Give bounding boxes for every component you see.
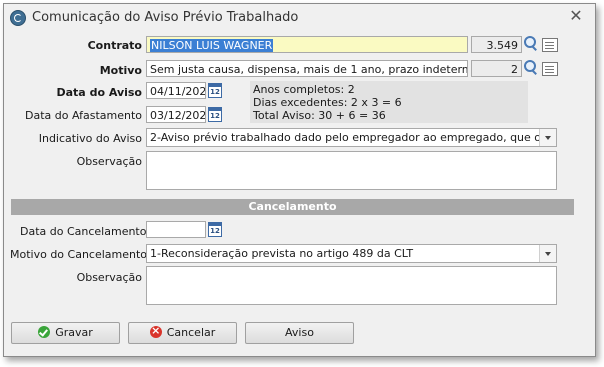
- observacao-label: Observação: [76, 155, 142, 168]
- indicativo-select[interactable]: 2-Aviso prévio trabalhado dado pelo empr…: [146, 128, 557, 147]
- data-cancelamento-label: Data do Cancelamento: [20, 225, 147, 238]
- indicativo-value: 2-Aviso prévio trabalhado dado pelo empr…: [150, 131, 540, 144]
- app-icon: [10, 10, 26, 26]
- data-afastamento-label: Data do Afastamento: [25, 109, 142, 122]
- contrato-search-icon[interactable]: [523, 36, 539, 52]
- data-cancelamento-field[interactable]: [146, 221, 206, 238]
- motivo-cancelamento-select[interactable]: 1-Reconsideração prevista no artigo 489 …: [146, 244, 557, 263]
- contrato-details-icon[interactable]: [542, 38, 558, 52]
- cancel-button[interactable]: Cancelar: [128, 322, 237, 344]
- anos-completos-text: Anos completos: 2: [253, 83, 355, 96]
- motivo-cancelamento-value: 1-Reconsideração prevista no artigo 489 …: [150, 247, 414, 260]
- info-panel: Anos completos: 2 Dias excedentes: 2 x 3…: [250, 81, 528, 123]
- title-bar: Comunicação do Aviso Prévio Trabalhado ✕: [4, 4, 595, 31]
- motivo-search-icon[interactable]: [523, 60, 539, 76]
- observacao-cancelamento-textarea[interactable]: [146, 266, 557, 305]
- data-afastamento-calendar-icon[interactable]: 12: [208, 107, 222, 122]
- motivo-label: Motivo: [99, 64, 142, 77]
- cancel-icon: [149, 323, 162, 339]
- dias-excedentes-text: Dias excedentes: 2 x 3 = 6: [253, 96, 402, 109]
- motivo-details-icon[interactable]: [542, 62, 558, 76]
- window-title: Comunicação do Aviso Prévio Trabalhado: [32, 10, 299, 25]
- data-aviso-field[interactable]: 04/11/2020: [146, 82, 206, 99]
- motivo-code: 2: [471, 60, 522, 77]
- data-aviso-label: Data do Aviso: [56, 86, 143, 99]
- aviso-button[interactable]: Aviso: [245, 322, 354, 344]
- total-aviso-text: Total Aviso: 30 + 6 = 36: [253, 109, 386, 122]
- indicativo-label: Indicativo do Aviso: [38, 132, 142, 145]
- observacao-textarea[interactable]: [146, 151, 557, 190]
- motivo-cancelamento-label: Motivo do Cancelamento: [10, 248, 148, 261]
- close-icon[interactable]: ✕: [567, 7, 585, 25]
- data-aviso-calendar-icon[interactable]: 12: [208, 83, 222, 98]
- save-button[interactable]: Gravar: [11, 322, 120, 344]
- observacao-cancelamento-label: Observação: [76, 271, 142, 284]
- chevron-down-icon[interactable]: [539, 245, 556, 262]
- data-afastamento-field[interactable]: 03/12/2020: [146, 106, 206, 123]
- cancelamento-section-header: Cancelamento: [11, 199, 574, 215]
- contrato-field[interactable]: NILSON LUIS WAGNER: [146, 36, 468, 53]
- data-cancelamento-calendar-icon[interactable]: 12: [208, 222, 222, 237]
- contrato-label: Contrato: [87, 39, 142, 52]
- motivo-field[interactable]: Sem justa causa, dispensa, mais de 1 ano…: [146, 60, 468, 77]
- check-icon: [38, 326, 51, 338]
- chevron-down-icon[interactable]: [539, 129, 556, 146]
- contrato-code: 3.549: [471, 36, 522, 53]
